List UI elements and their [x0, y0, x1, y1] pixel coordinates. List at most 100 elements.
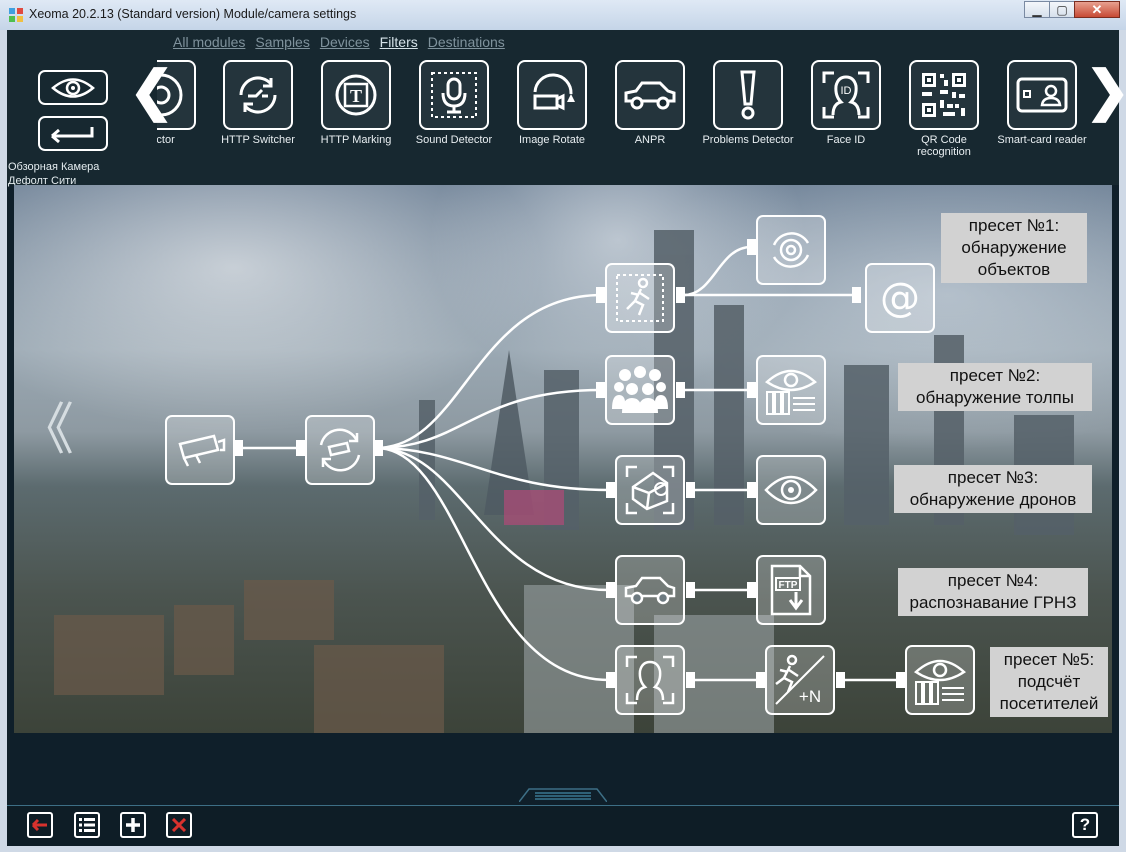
ftp-icon: FTP [770, 564, 812, 616]
exit-button[interactable] [27, 812, 53, 838]
preset-5-label: пресет №5: подсчёт посетителей [990, 647, 1108, 717]
delete-button[interactable] [166, 812, 192, 838]
exit-arrow-icon [31, 818, 47, 832]
archive-icon [772, 232, 810, 268]
back-button[interactable] [38, 116, 108, 151]
list-icon [79, 818, 95, 832]
car-icon [615, 60, 685, 130]
tab-all-modules[interactable]: All modules [173, 34, 245, 50]
port-out[interactable] [686, 582, 695, 598]
port-out[interactable] [676, 382, 685, 398]
node-preview[interactable] [756, 455, 826, 525]
port-out[interactable] [234, 440, 243, 456]
window-title: Xeoma 20.2.13 (Standard version) Module/… [29, 7, 357, 21]
preset-4-label: пресет №4: распознавание ГРНЗ [898, 568, 1088, 616]
port-out[interactable] [686, 482, 695, 498]
close-button[interactable]: ✕ [1074, 1, 1120, 18]
email-icon: @ [880, 275, 920, 321]
port-in[interactable] [596, 382, 605, 398]
module-palette: tector HTTP Switcher T HTTP Marking Soun… [157, 60, 1087, 170]
eye-icon [764, 475, 818, 505]
image-rotate-icon [517, 60, 587, 130]
svg-text:+N: +N [799, 687, 821, 706]
port-out[interactable] [836, 672, 845, 688]
face-detector-icon [625, 655, 675, 705]
palette-scroll-right-button[interactable]: ❯ [1085, 61, 1126, 121]
return-arrow-icon [51, 126, 94, 143]
minimize-button[interactable]: ▁ [1024, 1, 1050, 18]
detector-partial-icon [157, 60, 196, 130]
panel-resize-handle[interactable] [519, 788, 607, 802]
app-frame: All modules Samples Devices Filters Dest… [7, 30, 1126, 846]
svg-text:ID: ID [841, 85, 852, 97]
node-drone-detector[interactable] [615, 455, 685, 525]
node-email[interactable]: @ [865, 263, 935, 333]
qr-code-icon [909, 60, 979, 130]
node-image-rotate[interactable] [305, 415, 375, 485]
preset-3-label: пресет №3: обнаружение дронов [894, 465, 1092, 513]
face-id-icon: ID [811, 60, 881, 130]
node-archive-3[interactable] [905, 645, 975, 715]
port-in[interactable] [896, 672, 905, 688]
node-motion-detector[interactable] [605, 263, 675, 333]
node-camera-source[interactable] [165, 415, 235, 485]
node-crowd-detector[interactable] [605, 355, 675, 425]
camera-name: Обзорная Камера Дефолт Сити [8, 161, 100, 187]
node-anpr[interactable] [615, 555, 685, 625]
http-marking-icon: T [321, 60, 391, 130]
bottom-toolbar: ? [7, 805, 1119, 846]
port-in[interactable] [756, 672, 765, 688]
archive-icon [913, 659, 967, 705]
svg-text:FTP: FTP [779, 580, 798, 591]
port-in[interactable] [606, 672, 615, 688]
maximize-icon: ▢ [1056, 2, 1068, 17]
minimize-icon: ▁ [1032, 2, 1042, 17]
plus-icon [126, 818, 140, 832]
node-face-detector[interactable] [615, 645, 685, 715]
scroll-left-scheme-button[interactable]: 《 [18, 400, 74, 460]
add-camera-button[interactable] [120, 812, 146, 838]
tab-filters[interactable]: Filters [380, 34, 418, 50]
tab-devices[interactable]: Devices [320, 34, 370, 50]
node-visitor-counter[interactable]: +N [765, 645, 835, 715]
port-in[interactable] [606, 582, 615, 598]
port-in[interactable] [852, 287, 861, 303]
help-icon: ? [1079, 815, 1091, 834]
close-icon: ✕ [1091, 1, 1103, 17]
exclamation-icon [713, 60, 783, 130]
smart-card-icon [1007, 60, 1077, 130]
tab-destinations[interactable]: Destinations [428, 34, 505, 50]
http-switcher-icon [223, 60, 293, 130]
port-in[interactable] [747, 239, 756, 255]
car-icon [624, 576, 676, 605]
visitor-counter-icon: +N [775, 654, 825, 706]
port-out[interactable] [374, 440, 383, 456]
port-in[interactable] [747, 382, 756, 398]
port-in[interactable] [747, 482, 756, 498]
preset-2-label: пресет №2: обнаружение толпы [898, 363, 1092, 411]
maximize-button[interactable]: ▢ [1049, 1, 1075, 18]
crowd-icon [612, 366, 668, 413]
preset-1-label: пресет №1: обнаружение объектов [941, 213, 1087, 283]
close-x-icon [172, 818, 186, 832]
port-out[interactable] [676, 287, 685, 303]
port-in[interactable] [606, 482, 615, 498]
port-in[interactable] [747, 582, 756, 598]
list-view-button[interactable] [74, 812, 100, 838]
archive-icon [764, 369, 818, 415]
port-in[interactable] [596, 287, 605, 303]
scheme-canvas: 《 @ FTP +N пресет №1: обнаружение объект… [14, 185, 1112, 733]
microphone-icon [419, 60, 489, 130]
port-out[interactable] [686, 672, 695, 688]
drone-detector-icon [625, 465, 675, 515]
node-archive-2[interactable] [756, 355, 826, 425]
port-in[interactable] [296, 440, 305, 456]
camera-preview-button[interactable] [38, 70, 108, 105]
help-button[interactable]: ? [1072, 812, 1098, 838]
module-category-tabs: All modules Samples Devices Filters Dest… [173, 34, 505, 50]
tab-samples[interactable]: Samples [255, 34, 309, 50]
node-ftp-upload[interactable]: FTP [756, 555, 826, 625]
node-archive-1[interactable] [756, 215, 826, 285]
xeoma-logo-icon [9, 8, 23, 22]
camera-icon [178, 434, 226, 467]
